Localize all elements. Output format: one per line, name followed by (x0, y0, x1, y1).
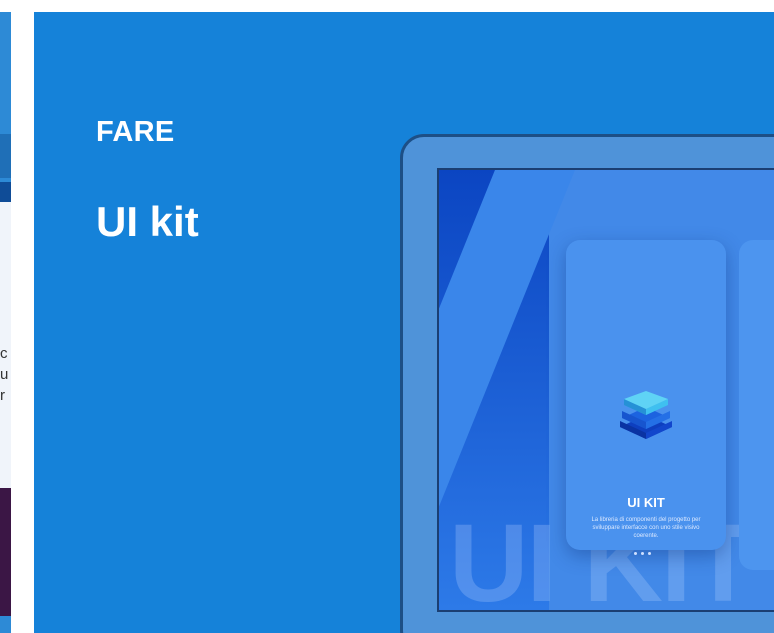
mockup-onboarding-card: UI KIT La libreria di componenti del pro… (566, 240, 726, 555)
previous-card-panel: c u r (0, 202, 11, 492)
card-title: UI kit (96, 198, 199, 245)
previous-card-band-dark (0, 182, 11, 202)
layers-stack-icon (620, 391, 672, 439)
project-card-ui-kit[interactable]: FARE UI kit UI KIT UI KIT La libreria di… (34, 12, 774, 633)
previous-card-text: u (0, 366, 9, 383)
previous-card-footer (0, 488, 11, 616)
pagination-dots (634, 552, 651, 555)
previous-card-edge[interactable]: c u r (0, 12, 11, 633)
previous-card-text: c (0, 345, 8, 362)
laptop-mockup: UI KIT UI KIT La libreria di componenti … (400, 134, 774, 633)
card-kicker: FARE (96, 116, 175, 148)
mockup-card-heading: UI KIT (627, 495, 665, 510)
mockup-secondary-card (739, 240, 774, 570)
pagination-dot (634, 552, 637, 555)
pagination-dot (648, 552, 651, 555)
previous-card-band (0, 134, 11, 178)
previous-card-text: r (0, 387, 5, 404)
mockup-card-description: La libreria di componenti del progetto p… (591, 517, 701, 539)
laptop-screen: UI KIT UI KIT La libreria di componenti … (437, 168, 774, 612)
pagination-dot (641, 552, 644, 555)
